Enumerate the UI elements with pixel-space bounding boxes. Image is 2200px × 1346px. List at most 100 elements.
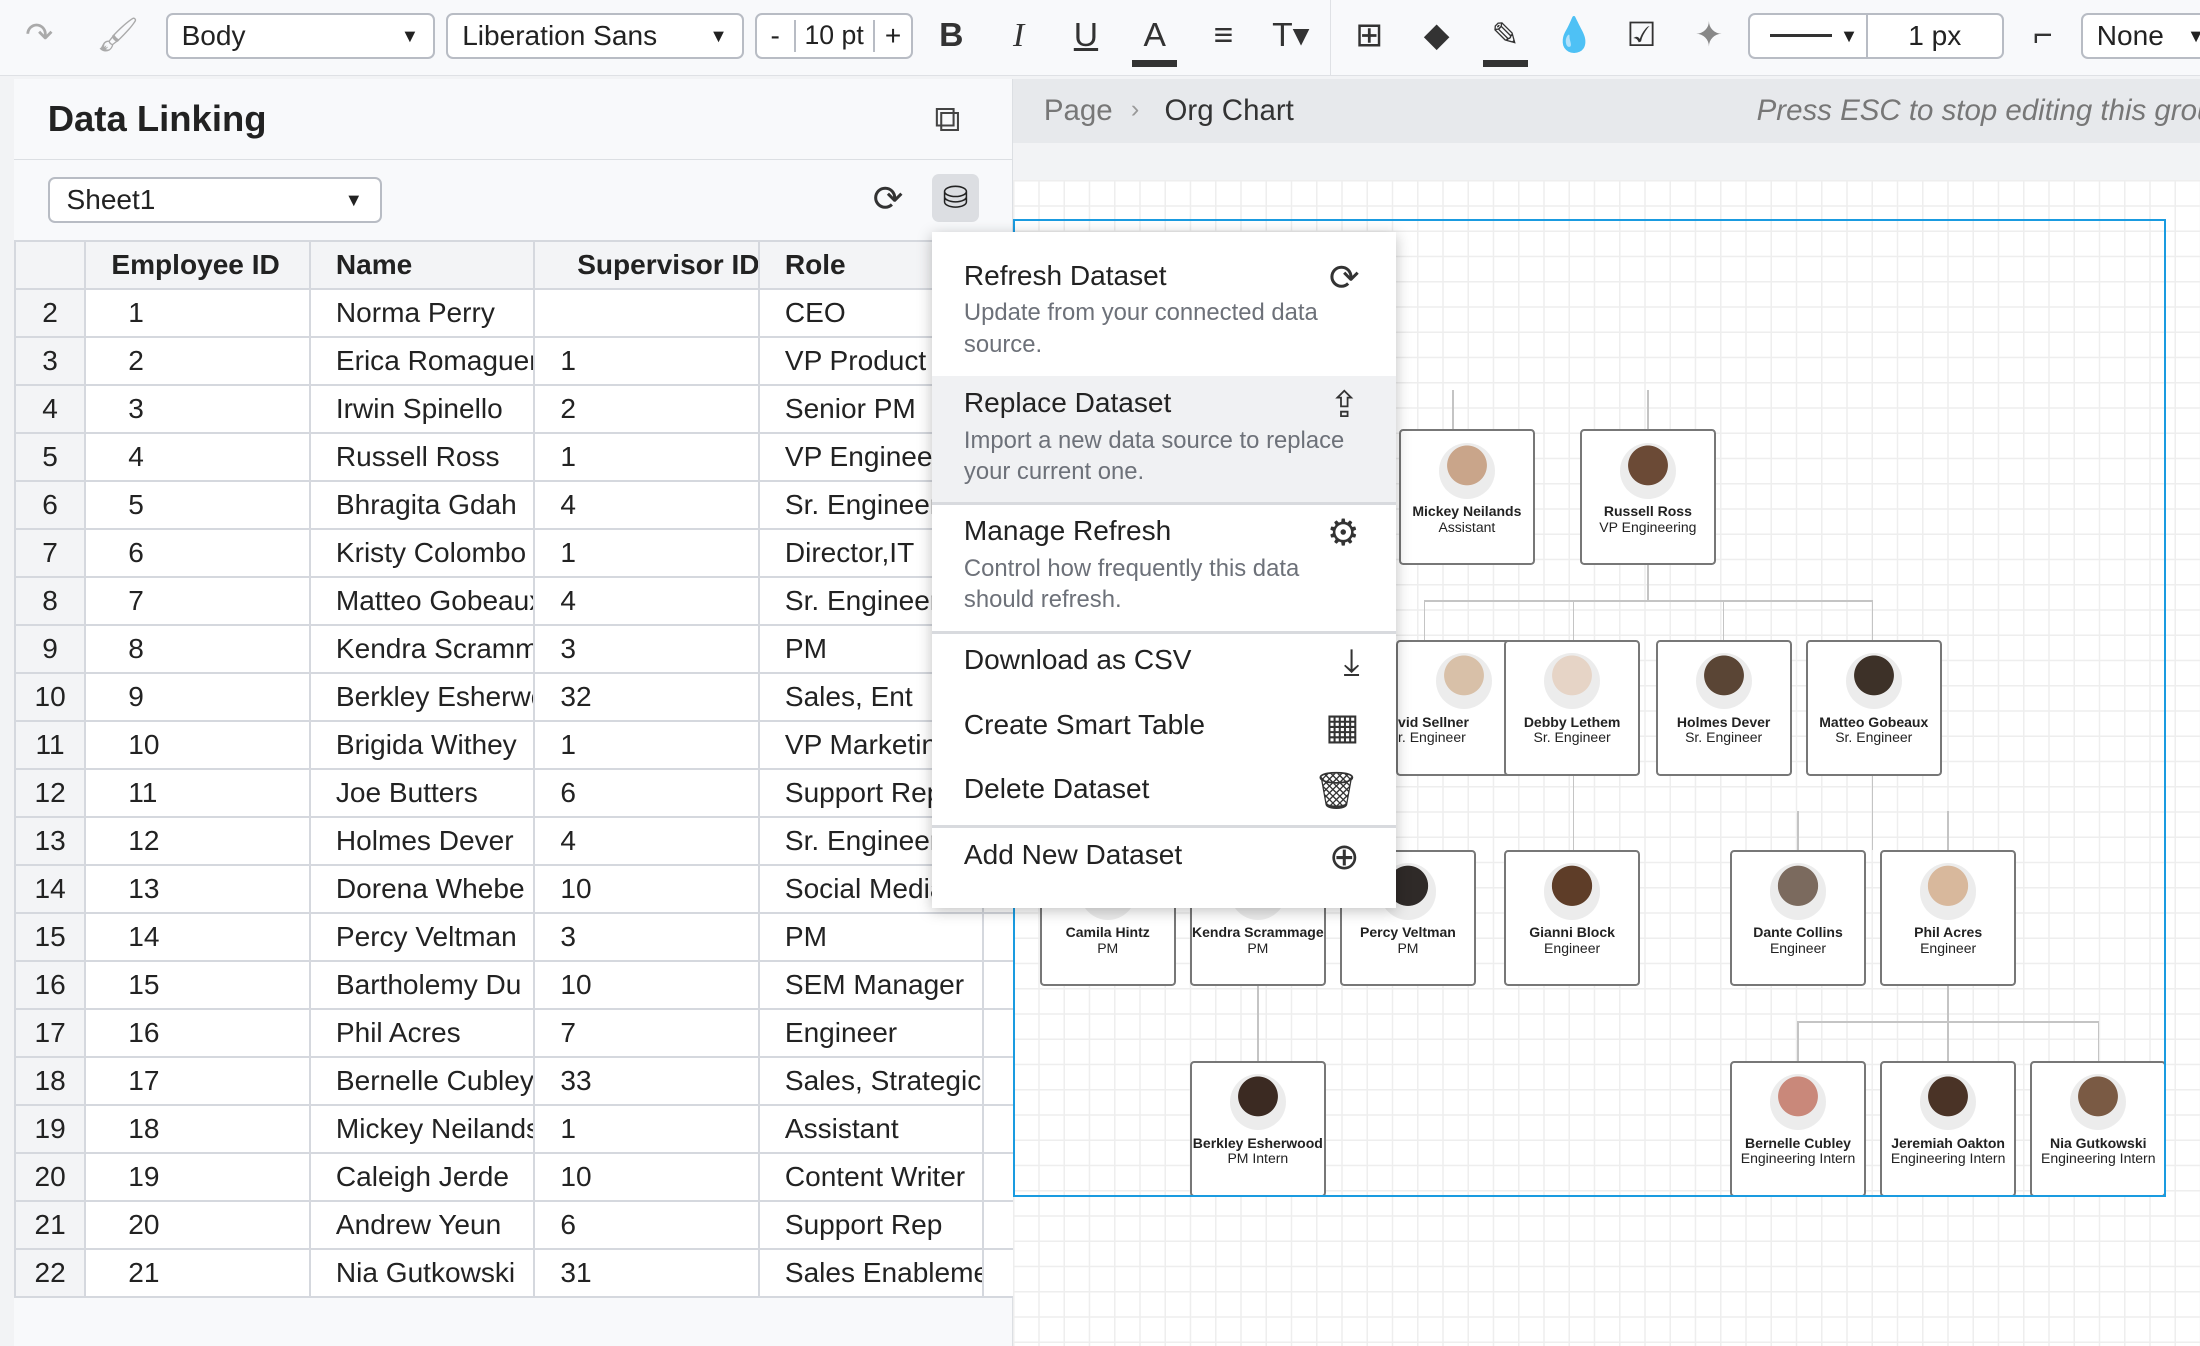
row-number[interactable]: 9	[14, 623, 87, 674]
row-number[interactable]: 22	[14, 1247, 87, 1298]
table-cell[interactable]: SEM Manager	[757, 959, 985, 1010]
table-cell[interactable]: Brigida Withey	[308, 719, 536, 770]
format-painter-icon[interactable]: 🖌	[95, 14, 140, 59]
menu-item-download-as-csv[interactable]: Download as CSV ⤓	[932, 643, 1396, 679]
row-number[interactable]: 14	[14, 863, 87, 914]
arrow-select[interactable]: None ▼	[2080, 12, 2200, 59]
table-cell[interactable]: Kristy Colombo	[308, 527, 536, 578]
table-cell[interactable]: 1	[84, 287, 311, 338]
table-cell[interactable]: 1	[533, 335, 760, 386]
table-cell[interactable]: 3	[533, 911, 760, 962]
row-number[interactable]: 7	[14, 527, 87, 578]
table-cell[interactable]: 3	[533, 623, 760, 674]
column-header[interactable]: Employee ID	[84, 239, 311, 290]
table-cell[interactable]: 18	[84, 1103, 311, 1154]
text-style-select[interactable]: Body ▼	[165, 12, 435, 59]
font-select[interactable]: Liberation Sans ▼	[446, 12, 744, 59]
connector-icon[interactable]: ⌐	[2020, 14, 2065, 59]
table-cell[interactable]: Russell Ross	[308, 431, 536, 482]
table-cell[interactable]: 14	[84, 911, 311, 962]
row-number[interactable]: 6	[14, 479, 87, 530]
breadcrumb-current[interactable]: Org Chart	[1165, 94, 1294, 128]
table-cell[interactable]: 10	[84, 719, 311, 770]
table-cell[interactable]: Phil Acres	[308, 1007, 536, 1058]
row-number[interactable]: 3	[14, 335, 87, 386]
table-cell[interactable]: 19	[84, 1151, 311, 1202]
line-color-icon[interactable]: ✎	[1483, 14, 1528, 68]
menu-item-add-new-dataset[interactable]: Add New Dataset ⊕	[932, 838, 1396, 874]
table-cell[interactable]: Percy Veltman	[308, 911, 536, 962]
table-cell[interactable]: 1	[533, 431, 760, 482]
row-number[interactable]: 8	[14, 575, 87, 626]
table-cell[interactable]: Holmes Dever	[308, 815, 536, 866]
table-cell[interactable]: 33	[533, 1055, 760, 1106]
row-number[interactable]: 13	[14, 815, 87, 866]
refresh-icon[interactable]: ⟳	[873, 177, 904, 220]
menu-item-manage-refresh[interactable]: Manage Refresh Control how frequently thi…	[932, 514, 1396, 616]
table-cell[interactable]: 4	[533, 815, 760, 866]
opacity-icon[interactable]: 💧	[1552, 14, 1597, 59]
table-cell[interactable]: Norma Perry	[308, 287, 536, 338]
row-number[interactable]: 21	[14, 1199, 87, 1250]
popout-icon[interactable]: ⧉	[934, 98, 960, 141]
table-cell[interactable]: Berkley Esherwood	[308, 671, 536, 722]
table-cell[interactable]: 10	[533, 959, 760, 1010]
bold-icon[interactable]: B	[929, 14, 974, 59]
row-number[interactable]: 10	[14, 671, 87, 722]
table-cell[interactable]: PM	[757, 911, 985, 962]
table-cell[interactable]: 1	[533, 1103, 760, 1154]
table-cell[interactable]: 4	[533, 479, 760, 530]
row-number[interactable]: 19	[14, 1103, 87, 1154]
line-style-select[interactable]: ▼ 1 px	[1748, 12, 2004, 59]
table-cell[interactable]: Engineer	[757, 1007, 985, 1058]
sheet-select[interactable]: Sheet1 ▼	[47, 176, 382, 224]
table-cell[interactable]: Support Rep	[757, 1199, 985, 1250]
align-icon[interactable]: ≡	[1201, 14, 1246, 59]
table-cell[interactable]: 3	[84, 383, 311, 434]
row-number[interactable]: 15	[14, 911, 87, 962]
table-cell[interactable]: 1	[533, 719, 760, 770]
table-cell[interactable]: 1	[533, 527, 760, 578]
row-number[interactable]: 20	[14, 1151, 87, 1202]
table-cell[interactable]: Erica Romaguera	[308, 335, 536, 386]
column-header[interactable]: Name	[308, 239, 536, 290]
decrease-button[interactable]: -	[757, 19, 796, 52]
row-number[interactable]: 4	[14, 383, 87, 434]
table-cell[interactable]: 12	[84, 815, 311, 866]
column-header[interactable]	[14, 239, 87, 290]
table-cell[interactable]: Dorena Whebe	[308, 863, 536, 914]
table-cell[interactable]: Nia Gutkowski	[308, 1247, 536, 1298]
dataset-settings-icon[interactable]: ⛁	[931, 173, 980, 222]
table-cell[interactable]: Bernelle Cubley	[308, 1055, 536, 1106]
table-cell[interactable]: Assistant	[757, 1103, 985, 1154]
table-cell[interactable]: Caleigh Jerde	[308, 1151, 536, 1202]
table-cell[interactable]: 7	[84, 575, 311, 626]
table-cell[interactable]: 10	[533, 1151, 760, 1202]
table-cell[interactable]: 21	[84, 1247, 311, 1298]
table-cell[interactable]: 4	[533, 575, 760, 626]
table-cell[interactable]: Andrew Yeun	[308, 1199, 536, 1250]
row-number[interactable]: 16	[14, 959, 87, 1010]
table-cell[interactable]: Bhragita Gdah	[308, 479, 536, 530]
table-cell[interactable]: Matteo Gobeaux	[308, 575, 536, 626]
text-options-icon[interactable]: T▾	[1268, 14, 1313, 59]
table-cell[interactable]: 20	[84, 1199, 311, 1250]
table-cell[interactable]	[533, 287, 760, 338]
table-cell[interactable]: 2	[84, 335, 311, 386]
style-check-icon[interactable]: ☑	[1619, 14, 1664, 59]
table-cell[interactable]: 2	[533, 383, 760, 434]
table-cell[interactable]: 15	[84, 959, 311, 1010]
menu-item-delete-dataset[interactable]: Delete Dataset 🗑	[932, 772, 1396, 808]
row-number[interactable]: 17	[14, 1007, 87, 1058]
row-number[interactable]: 2	[14, 287, 87, 338]
underline-icon[interactable]: U	[1064, 14, 1109, 59]
table-cell[interactable]: Sales, Strategic	[757, 1055, 985, 1106]
menu-item-replace-dataset[interactable]: Replace Dataset Import a new data source …	[932, 386, 1396, 488]
table-cell[interactable]: 9	[84, 671, 311, 722]
table-cell[interactable]: 17	[84, 1055, 311, 1106]
magic-wand-icon[interactable]: ✦	[1686, 14, 1731, 59]
font-size-value[interactable]: 10 pt	[796, 20, 873, 51]
italic-icon[interactable]: I	[996, 14, 1041, 59]
table-cell[interactable]: 32	[533, 671, 760, 722]
row-number[interactable]: 11	[14, 719, 87, 770]
